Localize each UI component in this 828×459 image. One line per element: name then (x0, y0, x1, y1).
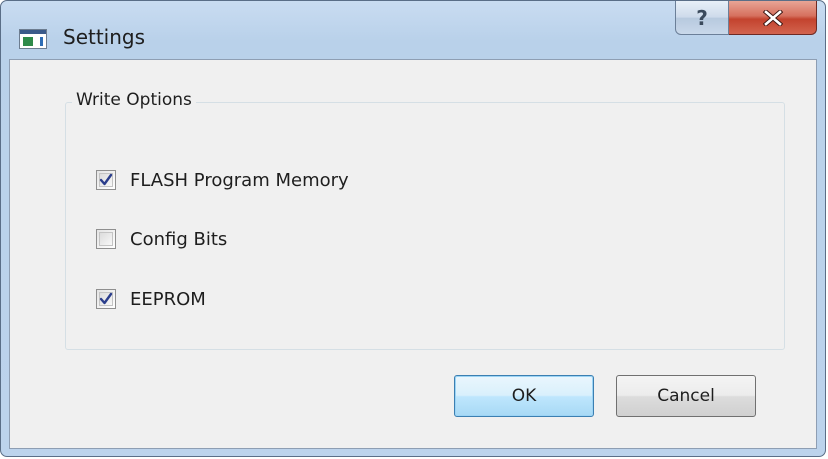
option-eeprom[interactable]: EEPROM (96, 287, 206, 311)
checkmark-icon (99, 173, 113, 186)
config-bits-checkbox[interactable] (96, 229, 116, 249)
cancel-button[interactable]: Cancel (616, 375, 756, 417)
option-label[interactable]: EEPROM (130, 289, 206, 310)
app-icon (19, 29, 47, 49)
close-icon (762, 9, 783, 26)
help-button[interactable]: ? (675, 1, 729, 35)
title-bar[interactable]: Settings ? (1, 1, 825, 59)
ok-button[interactable]: OK (454, 375, 594, 417)
write-options-group: Write Options FLASH Program Memory Confi… (65, 90, 785, 350)
flash-checkbox[interactable] (96, 170, 116, 190)
dialog-client-area: Write Options FLASH Program Memory Confi… (9, 59, 817, 449)
window-title: Settings (63, 25, 146, 49)
eeprom-checkbox[interactable] (96, 289, 116, 309)
close-button[interactable] (729, 1, 817, 35)
checkmark-icon (99, 292, 113, 305)
help-icon: ? (696, 5, 708, 30)
window-controls: ? (675, 1, 817, 37)
option-label[interactable]: Config Bits (130, 229, 227, 250)
settings-dialog: Settings ? Write Options FLASH Program M… (0, 0, 826, 457)
option-flash-program-memory[interactable]: FLASH Program Memory (96, 168, 349, 192)
option-config-bits[interactable]: Config Bits (96, 227, 227, 251)
group-title: Write Options (72, 90, 196, 110)
option-label[interactable]: FLASH Program Memory (130, 170, 349, 191)
